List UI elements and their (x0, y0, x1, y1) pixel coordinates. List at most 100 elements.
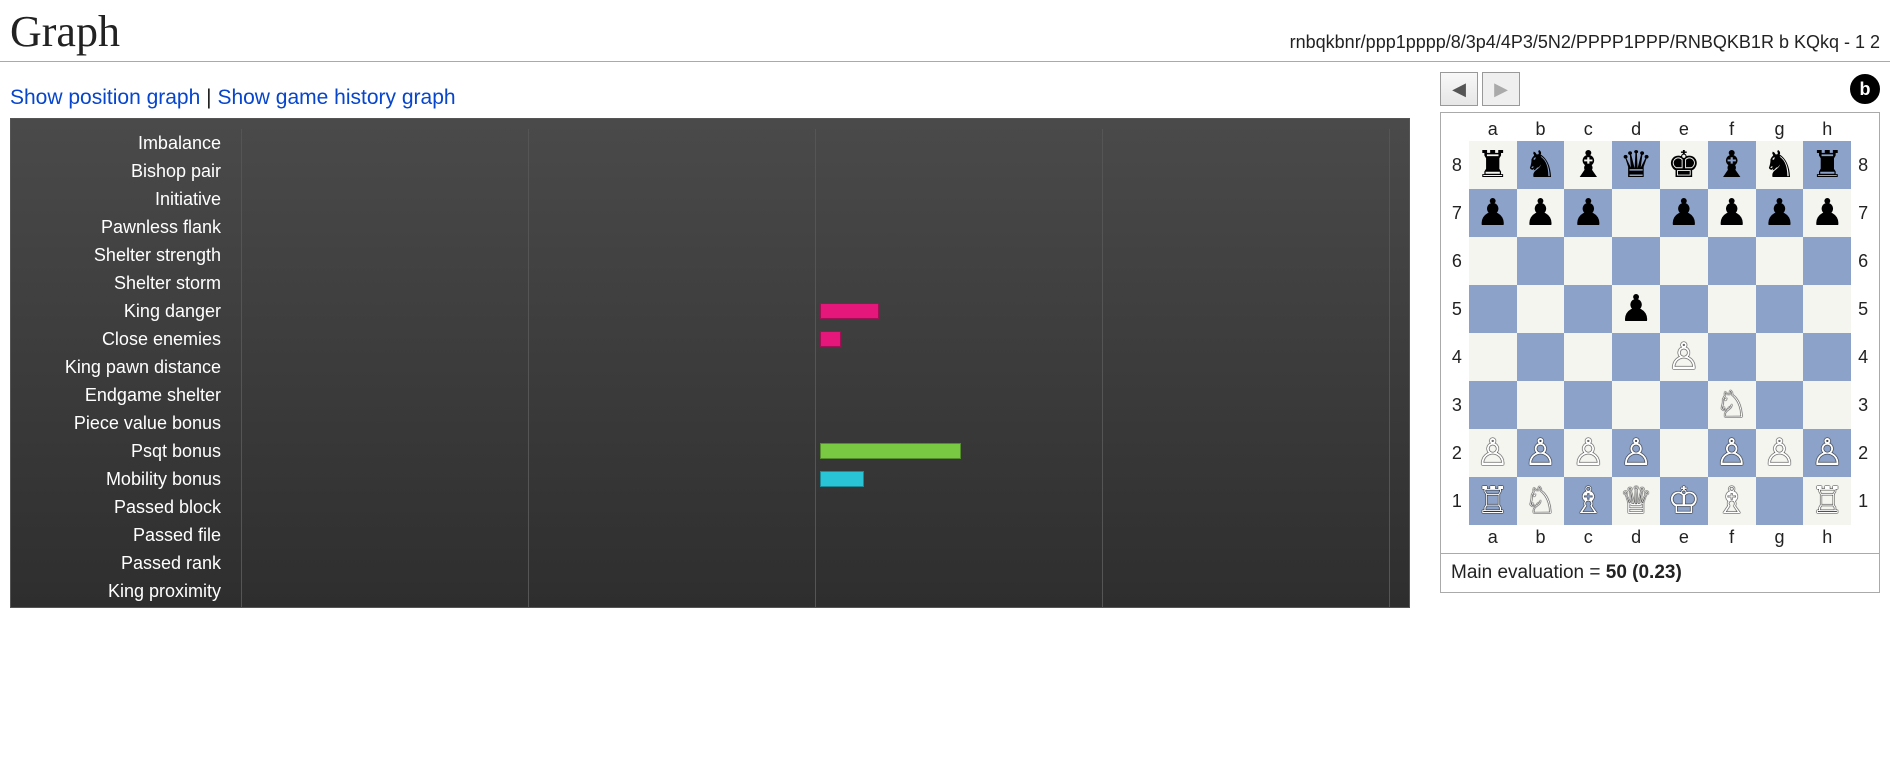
board-square[interactable] (1612, 189, 1660, 237)
board-coord: f (1708, 117, 1756, 141)
board-square[interactable]: ♛ (1612, 141, 1660, 189)
board-square[interactable] (1517, 237, 1565, 285)
chart-row: Shelter strength (11, 241, 1409, 269)
show-history-graph-link[interactable]: Show game history graph (217, 86, 455, 109)
board-square[interactable] (1517, 333, 1565, 381)
board-coord: b (1517, 117, 1565, 141)
board-square[interactable]: ♘ (1517, 477, 1565, 525)
board-square[interactable]: ♙ (1469, 429, 1517, 477)
chart-row-label: Endgame shelter (11, 385, 231, 406)
board-coord: g (1756, 117, 1804, 141)
chess-piece: ♚ (1667, 147, 1700, 184)
board-square[interactable] (1564, 381, 1612, 429)
board-square[interactable] (1756, 477, 1804, 525)
chess-piece: ♗ (1572, 483, 1605, 520)
board-square[interactable] (1803, 285, 1851, 333)
board-square[interactable] (1612, 381, 1660, 429)
chart-row-label: Psqt bonus (11, 441, 231, 462)
board-square[interactable] (1660, 237, 1708, 285)
board-square[interactable] (1469, 285, 1517, 333)
board-square[interactable]: ♖ (1469, 477, 1517, 525)
board-coord: 4 (1445, 333, 1469, 381)
board-square[interactable]: ♟ (1612, 285, 1660, 333)
board-square[interactable]: ♕ (1612, 477, 1660, 525)
board-square[interactable]: ♜ (1469, 141, 1517, 189)
board-square[interactable] (1708, 285, 1756, 333)
chess-piece: ♔ (1667, 483, 1700, 520)
board-coord: 3 (1445, 381, 1469, 429)
board-square[interactable] (1517, 285, 1565, 333)
board-square[interactable]: ♘ (1708, 381, 1756, 429)
board-square[interactable]: ♙ (1803, 429, 1851, 477)
chart-row: Passed rank (11, 549, 1409, 577)
board-square[interactable]: ♙ (1564, 429, 1612, 477)
triangle-left-icon: ◀ (1452, 79, 1466, 100)
page-title: Graph (10, 6, 120, 57)
board-coord: c (1564, 525, 1612, 549)
board-square[interactable] (1803, 333, 1851, 381)
board-square[interactable] (1756, 381, 1804, 429)
board-square[interactable] (1469, 381, 1517, 429)
chess-piece: ♞ (1763, 147, 1796, 184)
board-square[interactable]: ♗ (1564, 477, 1612, 525)
chart-row-track (231, 493, 1409, 521)
board-square[interactable]: ♟ (1564, 189, 1612, 237)
board-square[interactable]: ♙ (1708, 429, 1756, 477)
board-square[interactable] (1660, 381, 1708, 429)
chart-row: Imbalance (11, 129, 1409, 157)
board-square[interactable] (1803, 237, 1851, 285)
board-coord (1445, 525, 1469, 549)
show-position-graph-link[interactable]: Show position graph (10, 86, 200, 109)
board-square[interactable]: ♟ (1708, 189, 1756, 237)
board-square[interactable] (1756, 333, 1804, 381)
chart-row-label: Shelter strength (11, 245, 231, 266)
board-coord: 2 (1445, 429, 1469, 477)
board-square[interactable] (1756, 285, 1804, 333)
board-square[interactable] (1612, 237, 1660, 285)
board-square[interactable]: ♟ (1756, 189, 1804, 237)
chart-row-track (231, 325, 1409, 353)
prev-move-button[interactable]: ◀ (1440, 72, 1478, 106)
board-square[interactable]: ♚ (1660, 141, 1708, 189)
board-square[interactable]: ♟ (1469, 189, 1517, 237)
board-square[interactable] (1469, 237, 1517, 285)
board-square[interactable]: ♙ (1517, 429, 1565, 477)
board-square[interactable]: ♔ (1660, 477, 1708, 525)
board-square[interactable]: ♙ (1660, 333, 1708, 381)
board-square[interactable] (1708, 237, 1756, 285)
board-square[interactable]: ♟ (1803, 189, 1851, 237)
board-square[interactable] (1612, 333, 1660, 381)
board-square[interactable]: ♖ (1803, 477, 1851, 525)
board-square[interactable] (1517, 381, 1565, 429)
chess-piece: ♙ (1811, 435, 1844, 472)
board-square[interactable] (1660, 285, 1708, 333)
board-square[interactable]: ♜ (1803, 141, 1851, 189)
board-square[interactable] (1708, 333, 1756, 381)
board-square[interactable]: ♝ (1708, 141, 1756, 189)
board-square[interactable]: ♝ (1564, 141, 1612, 189)
chart-row: Passed block (11, 493, 1409, 521)
board-square[interactable] (1564, 333, 1612, 381)
board-square[interactable] (1803, 381, 1851, 429)
board-square[interactable]: ♞ (1517, 141, 1565, 189)
board-square[interactable]: ♙ (1756, 429, 1804, 477)
board-square[interactable] (1564, 285, 1612, 333)
chart-row-label: Bishop pair (11, 161, 231, 182)
chart-row-track (231, 241, 1409, 269)
board-coord: e (1660, 117, 1708, 141)
chess-piece: ♟ (1620, 291, 1653, 328)
chess-piece: ♟ (1667, 195, 1700, 232)
board-square[interactable]: ♙ (1612, 429, 1660, 477)
chart-row: Piece value bonus (11, 409, 1409, 437)
next-move-button[interactable]: ▶ (1482, 72, 1520, 106)
board-square[interactable]: ♟ (1517, 189, 1565, 237)
board-square[interactable] (1756, 237, 1804, 285)
board-square[interactable] (1564, 237, 1612, 285)
board-coord: 7 (1445, 189, 1469, 237)
board-square[interactable]: ♞ (1756, 141, 1804, 189)
board-square[interactable] (1660, 429, 1708, 477)
board-square[interactable]: ♗ (1708, 477, 1756, 525)
board-square[interactable] (1469, 333, 1517, 381)
chess-piece: ♟ (1524, 195, 1557, 232)
board-square[interactable]: ♟ (1660, 189, 1708, 237)
